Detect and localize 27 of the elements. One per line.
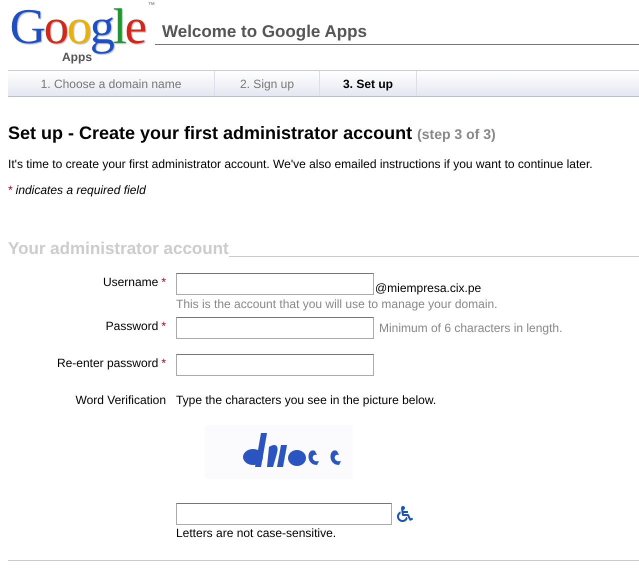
legend-text: indicates a required field (16, 183, 146, 197)
captcha-instructions: Type the characters you see in the picture below. (176, 392, 438, 407)
field-hint: Minimum of 6 characters in length. (379, 321, 562, 335)
username-field[interactable] (176, 273, 374, 295)
required-mark: * (161, 356, 166, 372)
field-hint: This is the account that you will use to manage your domain. (176, 297, 499, 311)
step-tab[interactable]: 3. Set up (320, 71, 417, 96)
step-tab[interactable]: 2. Sign up (215, 71, 320, 96)
step-tab[interactable]: 1. Choose a domain name (8, 71, 215, 96)
domain-suffix: @miempresa.cix.pe (375, 281, 482, 295)
password-field[interactable] (176, 317, 374, 339)
required-mark: * (8, 183, 13, 197)
page-title: Welcome to Google Apps (155, 22, 639, 45)
wheelchair-icon[interactable] (397, 506, 413, 522)
captcha-field[interactable] (176, 503, 392, 525)
field-label: Re-enter password (56, 356, 158, 372)
captcha-note: Letters are not case-sensitive. (176, 526, 338, 540)
field-label: Password (106, 319, 158, 335)
password-field[interactable] (176, 354, 374, 376)
required-mark: * (161, 275, 166, 291)
field-label: Username (102, 275, 158, 291)
step-indicator: (step 3 of 3) (417, 126, 496, 142)
logo-product-name: Apps (62, 50, 92, 64)
heading: Set up - Create your first administrator account (8, 123, 412, 143)
field-label: Word Verification (76, 393, 166, 409)
required-mark: * (161, 319, 166, 335)
intro-text: It's time to create your first administrator account. We've also emailed instructions if you want to continue later. (8, 157, 594, 171)
